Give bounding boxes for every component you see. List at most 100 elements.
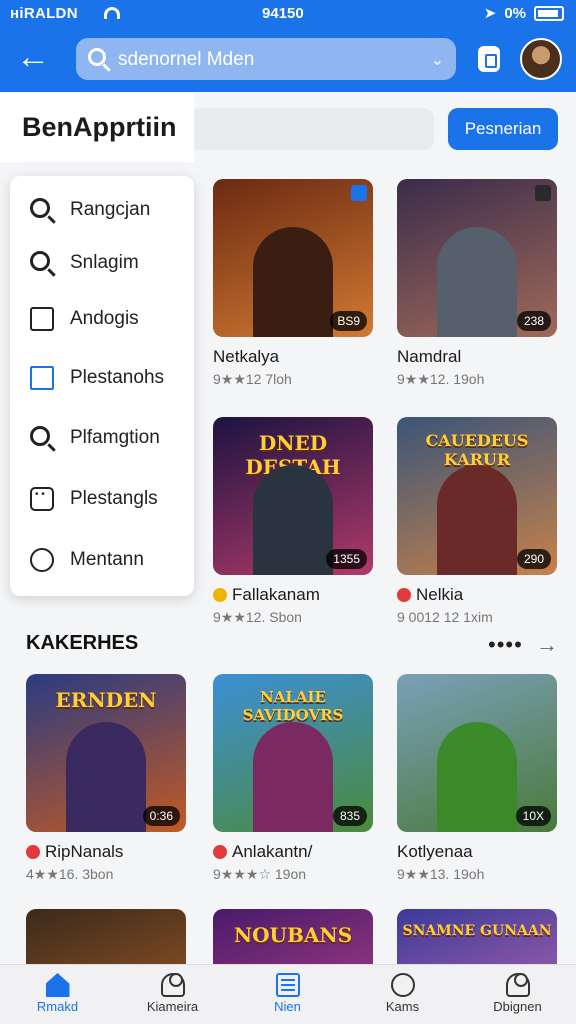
menu-item[interactable]: Plfamgtion <box>10 412 194 464</box>
notification-icon[interactable] <box>478 46 500 72</box>
menu-item-label: Snlagim <box>70 252 139 273</box>
game-title: Nelkia <box>416 585 464 604</box>
game-thumbnail[interactable]: CAUEDEUS KARUR 290 <box>397 417 557 575</box>
menu-item[interactable]: Snlagim <box>10 237 194 289</box>
chat-icon <box>390 973 415 997</box>
menu-item[interactable]: Plestanohs <box>10 352 194 404</box>
primary-button[interactable]: Pesnerian <box>448 108 558 150</box>
character-image <box>66 722 146 832</box>
game-title: Kotlyenaa <box>397 842 473 861</box>
nav-label: Dbignen <box>493 999 542 1014</box>
menu-item-label: Plfamgtion <box>70 427 160 448</box>
menu-item-label: Plestangls <box>70 488 158 509</box>
menu-item[interactable]: Rangcjan <box>10 184 194 236</box>
game-card[interactable]: DNED DESTAH 1355 Fallakanam 9★★12. Sbon <box>213 417 373 626</box>
more-options-icon[interactable]: •••• <box>488 632 523 658</box>
checkbox-outline-icon <box>30 366 54 390</box>
character-image <box>437 722 517 832</box>
search-text: sdenornel Mden <box>118 49 255 70</box>
app-icon <box>213 845 227 859</box>
person-icon <box>505 973 530 997</box>
checkbox-icon <box>30 307 54 331</box>
rating-badge: 835 <box>332 806 367 826</box>
nav-label: Kiameira <box>146 999 199 1014</box>
menu-item-label: Plestanohs <box>70 367 165 388</box>
nav-label: Rmakd <box>36 999 79 1014</box>
filter-input[interactable] <box>190 108 434 150</box>
game-title: Anlakantn/ <box>232 842 313 861</box>
back-arrow-icon[interactable]: ← <box>16 40 52 76</box>
game-title-row: Nelkia <box>397 585 557 605</box>
game-card[interactable]: ERNDEN 0:36 RipNanals 4★★16. 3bon <box>26 674 186 883</box>
character-image <box>437 227 517 337</box>
game-logo: NOUBANS <box>233 923 353 947</box>
game-title-row: Fallakanam <box>213 585 373 605</box>
game-card[interactable]: CAUEDEUS KARUR 290 Nelkia 9 0012 12 1xim <box>397 417 557 625</box>
corner-badge-icon <box>351 185 367 201</box>
game-card[interactable]: NALAIE SAVIDOVRS 835 Anlakantn/ 9★★★☆ 19… <box>213 674 373 883</box>
game-card[interactable]: 10X Kotlyenaa 9★★13. 19oh <box>397 674 557 883</box>
game-meta: 9★★12. 19oh <box>397 371 485 387</box>
game-thumbnail[interactable]: NALAIE SAVIDOVRS 835 <box>213 674 373 832</box>
character-image <box>253 722 333 832</box>
menu-item[interactable]: Mentann <box>10 534 194 586</box>
grid-icon <box>30 487 54 511</box>
carrier-label: ніRALDN <box>10 5 78 22</box>
search-icon <box>30 198 50 218</box>
game-meta: 9★★12. Sbon <box>213 609 302 625</box>
character-image <box>253 227 333 337</box>
rating-badge: 238 <box>516 311 551 331</box>
character-image <box>437 465 517 575</box>
rating-badge: BS9 <box>330 311 367 331</box>
search-icon <box>30 251 50 271</box>
avatar[interactable] <box>520 38 562 80</box>
clock-label: 94150 <box>262 5 304 22</box>
game-logo: SNAMNE GUNAAN <box>402 923 552 939</box>
nav-item-profile[interactable]: Kiameira <box>115 965 230 1024</box>
nav-item-chat[interactable]: Kams <box>345 965 460 1024</box>
game-title: RipNanals <box>45 842 124 861</box>
game-thumbnail[interactable]: BS9 <box>213 179 373 337</box>
game-thumbnail[interactable]: DNED DESTAH 1355 <box>213 417 373 575</box>
corner-badge-icon <box>535 185 551 201</box>
home-icon <box>45 973 70 997</box>
search-input[interactable]: sdenornel Mden ⌄ <box>76 38 456 80</box>
game-title-row: Anlakantn/ <box>213 842 373 862</box>
battery-icon <box>534 5 564 21</box>
wifi-icon <box>104 7 120 19</box>
nav-item-home[interactable]: Rmakd <box>0 965 115 1024</box>
game-thumbnail[interactable]: 238 <box>397 179 557 337</box>
game-logo: NALAIE SAVIDOVRS <box>242 688 344 724</box>
section-title: KAKERHES <box>26 632 139 654</box>
menu-item-label: Rangcjan <box>70 199 151 220</box>
menu-item[interactable]: Andogis <box>10 293 194 345</box>
bottom-navigation: Rmakd Kiameira Nien Kams Dbignen <box>0 964 576 1024</box>
arrow-right-icon[interactable]: → <box>536 632 558 658</box>
game-title: Namdral <box>397 347 462 366</box>
search-icon <box>88 48 106 66</box>
news-icon <box>275 973 300 997</box>
app-icon <box>397 588 411 602</box>
nav-label: Nien <box>274 999 301 1014</box>
game-meta: 4★★16. 3bon <box>26 866 114 882</box>
rating-badge: 10X <box>515 806 551 826</box>
location-icon: ➤ <box>483 5 497 22</box>
game-title: Netkalya <box>213 347 280 366</box>
nav-item-news[interactable]: Nien <box>230 965 345 1024</box>
nav-label: Kams <box>385 999 420 1014</box>
rating-badge: 0:36 <box>142 806 180 826</box>
game-card[interactable]: 238 Namdral 9★★12. 19oh <box>397 179 557 388</box>
page-title: BenApprtiin <box>22 112 177 142</box>
game-title-row: RipNanals <box>26 842 186 862</box>
game-meta: 9★★★☆ 19on <box>213 866 307 882</box>
game-meta: 9★★13. 19oh <box>397 866 485 882</box>
game-thumbnail[interactable]: ERNDEN 0:36 <box>26 674 186 832</box>
game-card[interactable]: BS9 Netkalya 9★★12 7loh <box>213 179 373 388</box>
menu-item[interactable]: Plestangls <box>10 473 194 525</box>
battery-percent: 0% <box>504 4 526 22</box>
app-header: ніRALDN 94150 ➤ 0% ← sdenornel Mden ⌄ <box>0 0 576 92</box>
game-thumbnail[interactable]: 10X <box>397 674 557 832</box>
chevron-down-icon[interactable]: ⌄ <box>431 50 444 70</box>
nav-item-account[interactable]: Dbignen <box>460 965 575 1024</box>
game-logo: ERNDEN <box>55 688 157 712</box>
